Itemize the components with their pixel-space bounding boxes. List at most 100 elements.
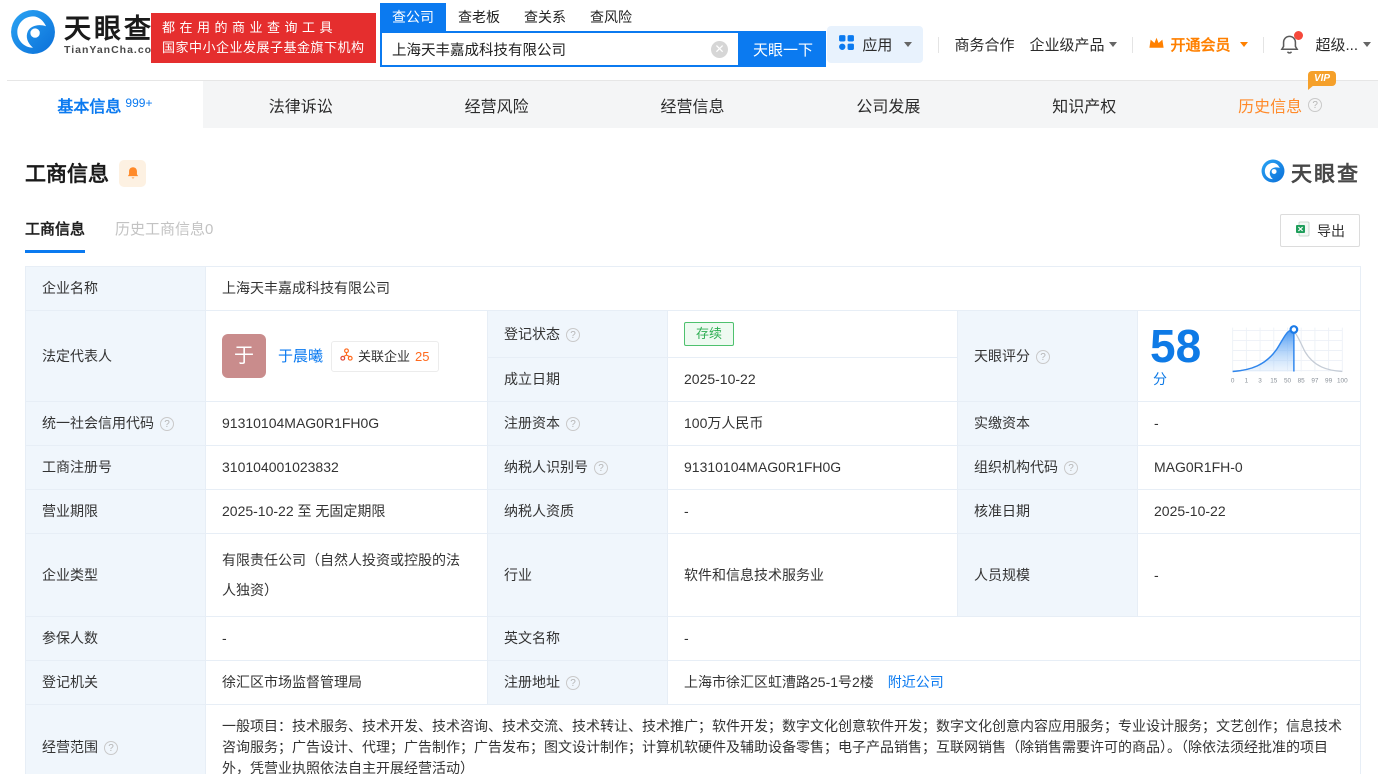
tab-intellectual-property[interactable]: 知识产权 [986,81,1182,128]
tab-legal-litigation[interactable]: 法律诉讼 [203,81,399,128]
reg-authority-label: 登记机关 [25,660,206,705]
reg-address-value: 上海市徐汇区虹漕路25-1号2楼 [684,674,874,690]
subtab-business-info[interactable]: 工商信息 [25,218,86,253]
subtab-history-business-info[interactable]: 历史工商信息0 [115,218,213,253]
divider [1132,36,1134,53]
reg-capital-label: 注册资本? [487,401,668,446]
divider [938,36,940,53]
taxpayer-quality-label: 纳税人资质 [487,489,668,534]
score-cell: 58分 0 1 3 15 50 85 97 99 100 [1136,310,1362,402]
table-row: 法定代表人 于 于晨曦 关联企业 25 登记状态 ? 存续 天眼评分 ? 58分… [25,310,1362,402]
svg-text:0: 0 [1231,378,1235,385]
header-nav: 应用 商务合作 企业级产品 开通会员 超级... [827,26,1371,63]
legal-rep-name-link[interactable]: 于晨曦 [278,346,323,367]
svg-text:100: 100 [1337,378,1348,385]
industry-value: 软件和信息技术服务业 [667,533,958,617]
business-cooperation-link[interactable]: 商务合作 [954,34,1014,55]
reg-status-value: 存续 [667,310,958,358]
tab-operating-info-label: 经营信息 [660,98,725,116]
score-unit: 分 [1153,370,1167,387]
insured-count-value: - [205,616,488,661]
tab-intellectual-property-label: 知识产权 [1052,98,1117,116]
search-tab-risk[interactable]: 查风险 [578,3,644,31]
clear-search-icon[interactable]: ✕ [711,40,728,58]
tab-company-development-label: 公司发展 [856,98,921,116]
help-icon[interactable]: ? [566,417,580,431]
slogan-line2: 国家中小企业发展子基金旗下机构 [162,40,365,55]
help-icon[interactable]: ? [104,741,118,755]
score-distribution-chart: 0 1 3 15 50 85 97 99 100 [1231,325,1348,385]
company-section-tabs: 基本信息 999+ 法律诉讼 经营风险 经营信息 公司发展 知识产权 历史信息 … [7,70,1378,128]
english-name-value: - [666,616,1362,661]
export-button[interactable]: 导出 [1280,214,1360,247]
enterprise-products-menu[interactable]: 企业级产品 [1029,34,1118,55]
nearby-companies-link[interactable]: 附近公司 [888,674,944,690]
search-tab-relation[interactable]: 查关系 [512,3,578,31]
svg-text:85: 85 [1298,378,1306,385]
subscribe-bell-button[interactable] [119,159,146,187]
help-icon[interactable]: ? [594,461,608,475]
super-vip-label: 超级... [1315,37,1358,54]
tab-basic-info[interactable]: 基本信息 999+ [7,81,203,128]
avatar[interactable]: 于 [222,334,266,378]
reg-status-label: 登记状态? [487,310,668,358]
help-icon[interactable]: ? [1308,97,1323,112]
company-name-label: 企业名称 [25,266,206,311]
reg-address-label: 注册地址? [487,660,668,705]
chevron-down-icon [1109,42,1118,47]
site-logo[interactable]: 天眼查 TianYanCha.com [10,9,162,60]
search-input[interactable] [392,41,711,57]
super-vip-menu[interactable]: 超级... [1315,34,1371,55]
tab-operating-info[interactable]: 经营信息 [595,81,791,128]
help-icon[interactable]: ? [1036,349,1050,364]
score-value: 58 [1150,319,1202,372]
business-scope-value: 一般项目：技术服务、技术开发、技术咨询、技术交流、技术转让、技术推广；软件开发；… [204,704,1362,774]
apps-label: 应用 [862,37,893,54]
establish-date-value: 2025-10-22 [667,357,958,402]
staff-size-label: 人员规模 [957,533,1138,617]
credit-code-label: 统一社会信用代码? [25,401,206,446]
chevron-down-icon [1363,42,1371,47]
notifications-bell[interactable] [1279,31,1304,55]
search-button[interactable]: 天眼一下 [740,31,826,67]
tab-operating-risk[interactable]: 经营风险 [399,81,595,128]
business-term-value: 2025-10-22 至 无固定期限 [205,489,488,534]
table-row: 营业期限 2025-10-22 至 无固定期限 纳税人资质 - 核准日期 202… [25,489,1362,534]
search-tab-boss[interactable]: 查老板 [446,3,512,31]
tab-history-info[interactable]: 历史信息 ? VIP [1182,70,1378,128]
related-companies-badge[interactable]: 关联企业 25 [331,340,439,372]
watermark-brand: 天眼查 [1291,163,1360,186]
table-row: 工商注册号 310104001023832 纳税人识别号? 91310104MA… [25,445,1362,490]
company-name-value: 上海天丰嘉成科技有限公司 [204,266,1362,311]
apps-grid-icon [838,34,855,55]
taxpayer-quality-value: - [667,489,958,534]
english-name-label: 英文名称 [487,616,668,661]
status-badge: 存续 [684,322,735,346]
watermark-logo: 天眼查 [1261,158,1360,188]
enterprise-products-label: 企业级产品 [1029,37,1105,54]
brand-name: 天眼查 [64,13,154,44]
help-icon[interactable]: ? [1064,461,1078,475]
help-icon[interactable]: ? [160,417,174,431]
slogan-banner: 都在用的商业查询工具 国家中小企业发展子基金旗下机构 [151,13,376,63]
legal-rep-label: 法定代表人 [25,310,206,402]
reg-number-value: 310104001023832 [205,445,488,490]
open-membership-menu[interactable]: 开通会员 [1148,34,1249,55]
search-tab-company[interactable]: 查公司 [380,3,446,31]
help-icon[interactable]: ? [566,327,580,342]
score-value-wrap: 58分 [1150,323,1213,390]
score-label: 天眼评分? [957,310,1138,402]
taxpayer-id-value: 91310104MAG0R1FH0G [667,445,958,490]
business-info-table: 企业名称 上海天丰嘉成科技有限公司 法定代表人 于 于晨曦 关联企业 25 登记… [25,266,1362,774]
credit-code-value: 91310104MAG0R1FH0G [205,401,488,446]
excel-icon [1295,221,1311,240]
tab-basic-info-count: 999+ [125,95,153,110]
apps-menu[interactable]: 应用 [827,26,924,63]
related-companies-count: 25 [415,348,430,364]
table-row: 企业类型 有限责任公司（自然人投资或控股的法人独资） 行业 软件和信息技术服务业… [25,533,1362,617]
notification-dot [1294,31,1304,40]
tab-company-development[interactable]: 公司发展 [790,81,986,128]
reg-address-cell: 上海市徐汇区虹漕路25-1号2楼 附近公司 [666,660,1362,705]
help-icon[interactable]: ? [566,676,580,690]
reg-authority-value: 徐汇区市场监督管理局 [205,660,488,705]
